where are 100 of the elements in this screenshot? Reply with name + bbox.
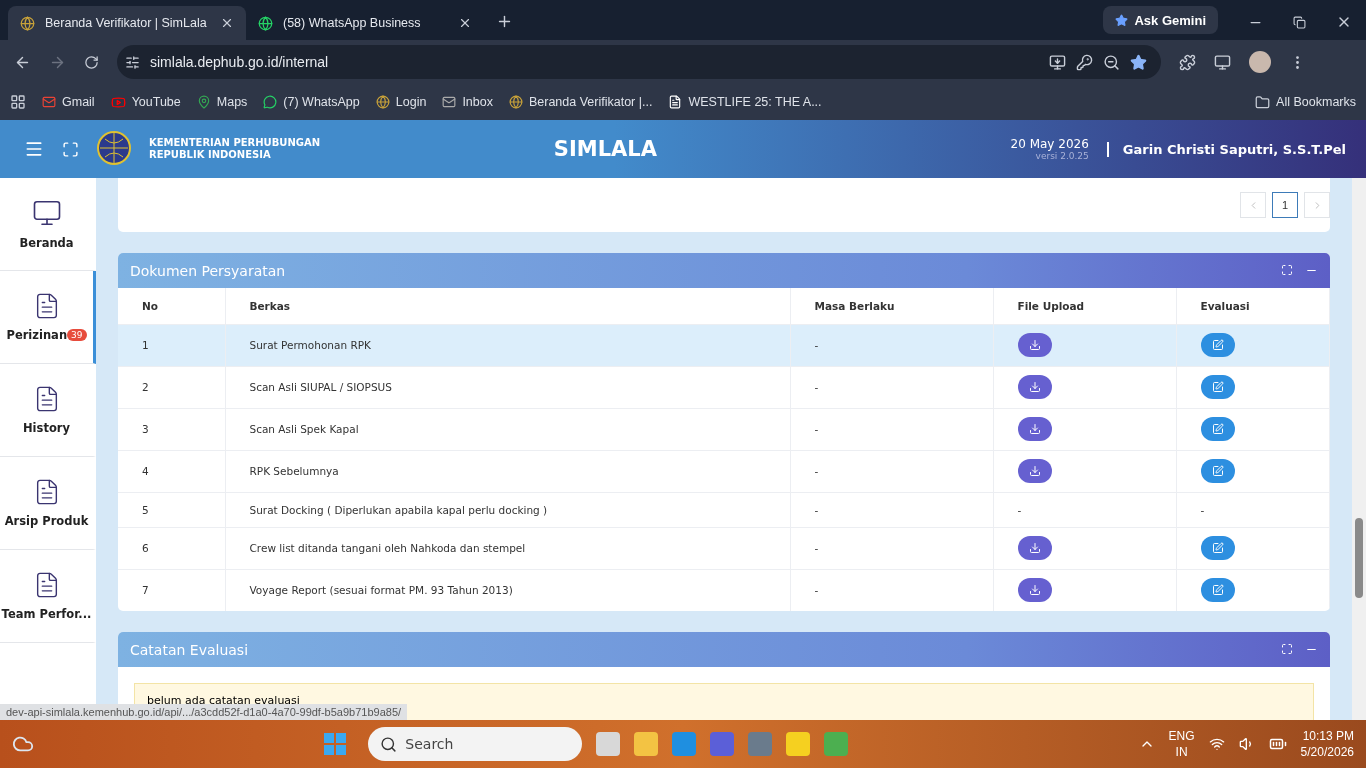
menu-icon[interactable] bbox=[24, 139, 44, 159]
monitor-icon bbox=[31, 198, 62, 228]
apps-icon[interactable] bbox=[10, 94, 26, 110]
reload-icon[interactable] bbox=[84, 54, 99, 70]
restore-icon[interactable] bbox=[1293, 15, 1306, 29]
clock-date[interactable]: 5/20/2026 bbox=[1300, 744, 1354, 761]
all-bookmarks-link[interactable]: All Bookmarks bbox=[1255, 94, 1356, 110]
table-cell: Scan Asli Spek Kapal bbox=[225, 408, 790, 450]
download-button[interactable] bbox=[1017, 375, 1052, 399]
bookmark-link[interactable]: WESTLIFE 25: THE A... bbox=[668, 95, 822, 109]
new-tab-icon[interactable] bbox=[496, 13, 513, 30]
zoom-out-icon[interactable] bbox=[1103, 53, 1120, 71]
avatar-icon[interactable] bbox=[1249, 51, 1271, 73]
region-indicator[interactable]: IN bbox=[1175, 744, 1188, 761]
install-icon[interactable] bbox=[1049, 53, 1066, 71]
search-field[interactable]: Search bbox=[368, 727, 583, 761]
logo-icon bbox=[97, 131, 131, 167]
edit-button[interactable] bbox=[1200, 536, 1235, 560]
download-button[interactable] bbox=[1017, 417, 1052, 441]
edit-button[interactable] bbox=[1200, 417, 1235, 441]
bookmark-link[interactable]: Gmail bbox=[42, 95, 95, 109]
bookmark-link[interactable]: YouTube bbox=[110, 94, 181, 110]
puzzle-icon[interactable] bbox=[1179, 53, 1196, 71]
table-cell: Scan Asli SIUPAL / SIOPSUS bbox=[225, 366, 790, 408]
table-cell: - bbox=[993, 492, 1176, 527]
user-name: Garin Christi Saputri, S.S.T.Pel bbox=[1106, 141, 1346, 157]
status-url: dev-api-simlala.kemenhub.go.id/api/.../a3cdd52f-d1a0-4a70-99df-b5a9b71b9a85/ bbox=[0, 704, 408, 720]
wifi-icon[interactable] bbox=[1208, 736, 1225, 752]
start-icon[interactable] bbox=[324, 733, 347, 755]
download-icon bbox=[1028, 465, 1041, 477]
table-cell: - bbox=[790, 408, 993, 450]
fullscreen-icon[interactable] bbox=[1281, 264, 1293, 277]
table-cell: 7 bbox=[118, 569, 225, 611]
site-settings-icon[interactable] bbox=[125, 54, 140, 70]
table-cell: 2 bbox=[118, 366, 225, 408]
bookmark-link[interactable]: Maps bbox=[196, 95, 248, 109]
bookmark-link[interactable]: Login bbox=[375, 95, 427, 109]
language-indicator[interactable]: ENG bbox=[1168, 727, 1195, 744]
close-icon[interactable] bbox=[220, 16, 234, 30]
site-icon bbox=[258, 15, 273, 31]
bookmark-link[interactable]: Inbox bbox=[442, 95, 493, 109]
search-icon bbox=[380, 735, 398, 753]
site-icon bbox=[20, 15, 35, 31]
browser-tab[interactable]: (58) WhatsApp Business bbox=[246, 6, 484, 40]
map-pin-icon bbox=[196, 95, 211, 109]
current-date: 20 May 2026 bbox=[1010, 137, 1089, 151]
ask-gemini-button[interactable]: Ask Gemini bbox=[1103, 6, 1218, 34]
close-icon[interactable] bbox=[458, 16, 472, 30]
table-cell: 6 bbox=[118, 527, 225, 569]
download-icon bbox=[1028, 381, 1041, 393]
count-badge: 39 bbox=[67, 329, 87, 341]
download-icon bbox=[1028, 542, 1041, 554]
panel-title: Catatan Evaluasi bbox=[130, 641, 250, 658]
clock-time[interactable]: 10:13 PM bbox=[1302, 727, 1354, 744]
key-icon[interactable] bbox=[1076, 53, 1093, 71]
browser-tab[interactable]: Beranda Verifikator | SimLala bbox=[8, 6, 246, 40]
download-button[interactable] bbox=[1017, 536, 1052, 560]
download-button[interactable] bbox=[1017, 578, 1052, 603]
download-button[interactable] bbox=[1017, 333, 1052, 357]
download-button[interactable] bbox=[1017, 459, 1052, 483]
table-cell: - bbox=[790, 366, 993, 408]
bookmark-link[interactable]: Beranda Verifikator |... bbox=[508, 95, 653, 109]
table-cell: 4 bbox=[118, 450, 225, 492]
edit-button[interactable] bbox=[1200, 459, 1235, 483]
edit-button[interactable] bbox=[1200, 578, 1235, 603]
chat-icon bbox=[263, 95, 278, 109]
mail-icon bbox=[442, 95, 457, 109]
edit-button[interactable] bbox=[1200, 375, 1235, 399]
org-country: REPUBLIK INDONESIA bbox=[149, 149, 272, 162]
app-title: SIMLALA bbox=[552, 137, 658, 161]
address-bar[interactable]: simlala.dephub.go.id/internal bbox=[117, 45, 1161, 79]
fullscreen-icon[interactable] bbox=[1281, 643, 1293, 656]
edit-button[interactable] bbox=[1200, 333, 1235, 357]
table-cell: Voyage Report (sesuai format PM. 93 Tahun 2013) bbox=[225, 569, 790, 611]
table-cell: Surat Permohonan RPK bbox=[225, 324, 790, 366]
play-icon bbox=[110, 94, 126, 110]
edit-icon bbox=[1211, 584, 1224, 597]
edit-icon bbox=[1211, 423, 1224, 435]
table-cell: - bbox=[790, 324, 993, 366]
table-cell: Surat Docking ( Diperlukan apabila kapal perlu docking ) bbox=[225, 492, 790, 527]
star-icon[interactable] bbox=[1130, 53, 1147, 71]
scrollbar[interactable] bbox=[1352, 178, 1366, 720]
page-button[interactable]: 1 bbox=[1272, 192, 1298, 218]
fullscreen-icon[interactable] bbox=[62, 140, 79, 158]
document-icon bbox=[668, 95, 683, 109]
table-cell: 3 bbox=[118, 408, 225, 450]
mail-icon bbox=[42, 95, 56, 109]
org-name: KEMENTERIAN PERHUBUNGAN bbox=[149, 136, 321, 149]
table-cell: - bbox=[790, 527, 993, 569]
table-cell: - bbox=[790, 569, 993, 611]
bookmark-link[interactable]: (7) WhatsApp bbox=[263, 95, 360, 109]
table-cell: - bbox=[790, 450, 993, 492]
globe-icon bbox=[375, 95, 390, 109]
table-cell: Crew list ditanda tangani oleh Nahkoda dan stempel bbox=[225, 527, 790, 569]
edit-icon bbox=[1211, 381, 1224, 393]
panel-title: Dokumen Persyaratan bbox=[130, 262, 287, 279]
download-icon bbox=[1028, 339, 1041, 351]
globe-icon bbox=[508, 95, 523, 109]
edit-icon bbox=[1211, 465, 1224, 477]
download-icon bbox=[1028, 423, 1041, 435]
